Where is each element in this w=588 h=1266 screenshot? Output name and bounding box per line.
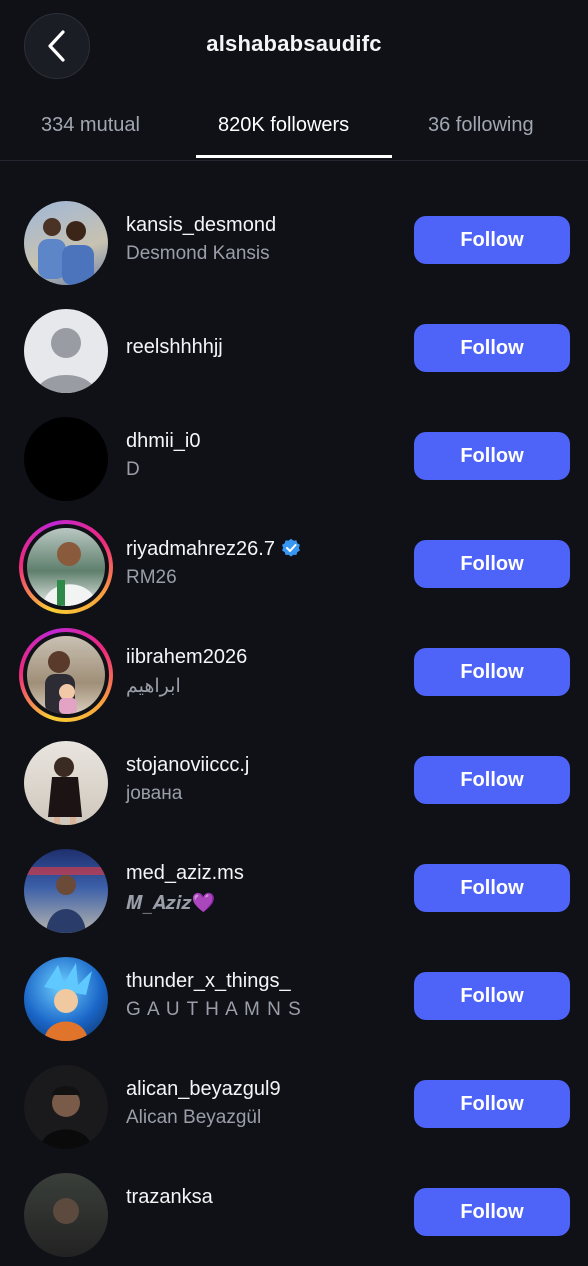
list-item[interactable]: dhmii_i0 D Follow <box>0 402 588 510</box>
full-name: G A U T H A M N S <box>126 999 302 1020</box>
list-item[interactable]: trazanksa Follow <box>0 1158 588 1266</box>
avatar[interactable] <box>19 952 113 1046</box>
avatar[interactable] <box>19 196 113 290</box>
full-name: Alican Beyazgül <box>126 1107 262 1128</box>
tab-bar: 334 mutual 820K followers 36 following <box>0 100 588 161</box>
follow-button[interactable]: Follow <box>414 1080 570 1128</box>
full-name: ابراهيم <box>126 676 181 697</box>
username[interactable]: trazanksa <box>126 1186 213 1209</box>
follow-button[interactable]: Follow <box>414 648 570 696</box>
list-item[interactable]: stojanoviiccc.j јована Follow <box>0 726 588 834</box>
follow-button[interactable]: Follow <box>414 432 570 480</box>
full-name: Desmond Kansis <box>126 243 270 264</box>
follow-button[interactable]: Follow <box>414 1188 570 1236</box>
follow-button[interactable]: Follow <box>414 756 570 804</box>
full-name: RM26 <box>126 567 177 588</box>
list-item[interactable]: kansis_desmond Desmond Kansis Follow <box>0 186 588 294</box>
username[interactable]: stojanoviiccc.j <box>126 754 249 777</box>
avatar[interactable] <box>19 736 113 830</box>
page-title: alshababsaudifc <box>206 31 382 56</box>
username[interactable]: iibrahem2026 <box>126 646 247 669</box>
follow-button[interactable]: Follow <box>414 540 570 588</box>
avatar[interactable] <box>19 844 113 938</box>
username[interactable]: dhmii_i0 <box>126 430 200 453</box>
username[interactable]: reelshhhhjj <box>126 336 223 359</box>
tab-followers[interactable]: 820K followers <box>218 114 349 137</box>
list-item[interactable]: thunder_x_things_ G A U T H A M N S Foll… <box>0 942 588 1050</box>
full-name: D <box>126 459 140 480</box>
list-item[interactable]: iibrahem2026 ابراهيم Follow <box>0 618 588 726</box>
username[interactable]: med_aziz.ms <box>126 862 244 885</box>
avatar[interactable] <box>19 304 113 398</box>
full-name: јована <box>126 783 183 804</box>
avatar[interactable] <box>19 1060 113 1154</box>
tab-mutual[interactable]: 334 mutual <box>41 114 140 137</box>
verified-badge-icon <box>282 538 300 557</box>
follow-button[interactable]: Follow <box>414 324 570 372</box>
avatar-story-ring[interactable] <box>19 628 113 722</box>
header: alshababsaudifc <box>0 0 588 92</box>
follow-button[interactable]: Follow <box>414 864 570 912</box>
full-name: 𝑴_𝑨𝒛𝒊𝒛💜 <box>126 892 216 914</box>
tab-following[interactable]: 36 following <box>428 114 534 137</box>
avatar[interactable] <box>19 1168 113 1262</box>
avatar-story-ring[interactable] <box>19 520 113 614</box>
avatar[interactable] <box>19 412 113 506</box>
username[interactable]: kansis_desmond <box>126 214 276 237</box>
default-avatar-icon <box>36 328 96 393</box>
username[interactable]: riyadmahrez26.7 <box>126 538 301 561</box>
list-item[interactable]: alican_beyazgul9 Alican Beyazgül Follow <box>0 1050 588 1158</box>
follow-button[interactable]: Follow <box>414 972 570 1020</box>
list-item[interactable]: med_aziz.ms 𝑴_𝑨𝒛𝒊𝒛💜 Follow <box>0 834 588 942</box>
follow-button[interactable]: Follow <box>414 216 570 264</box>
list-item[interactable]: reelshhhhjj Follow <box>0 294 588 402</box>
username[interactable]: thunder_x_things_ <box>126 970 291 993</box>
list-item[interactable]: riyadmahrez26.7 RM26 Follow <box>0 510 588 618</box>
username[interactable]: alican_beyazgul9 <box>126 1078 281 1101</box>
active-tab-indicator <box>196 155 392 158</box>
